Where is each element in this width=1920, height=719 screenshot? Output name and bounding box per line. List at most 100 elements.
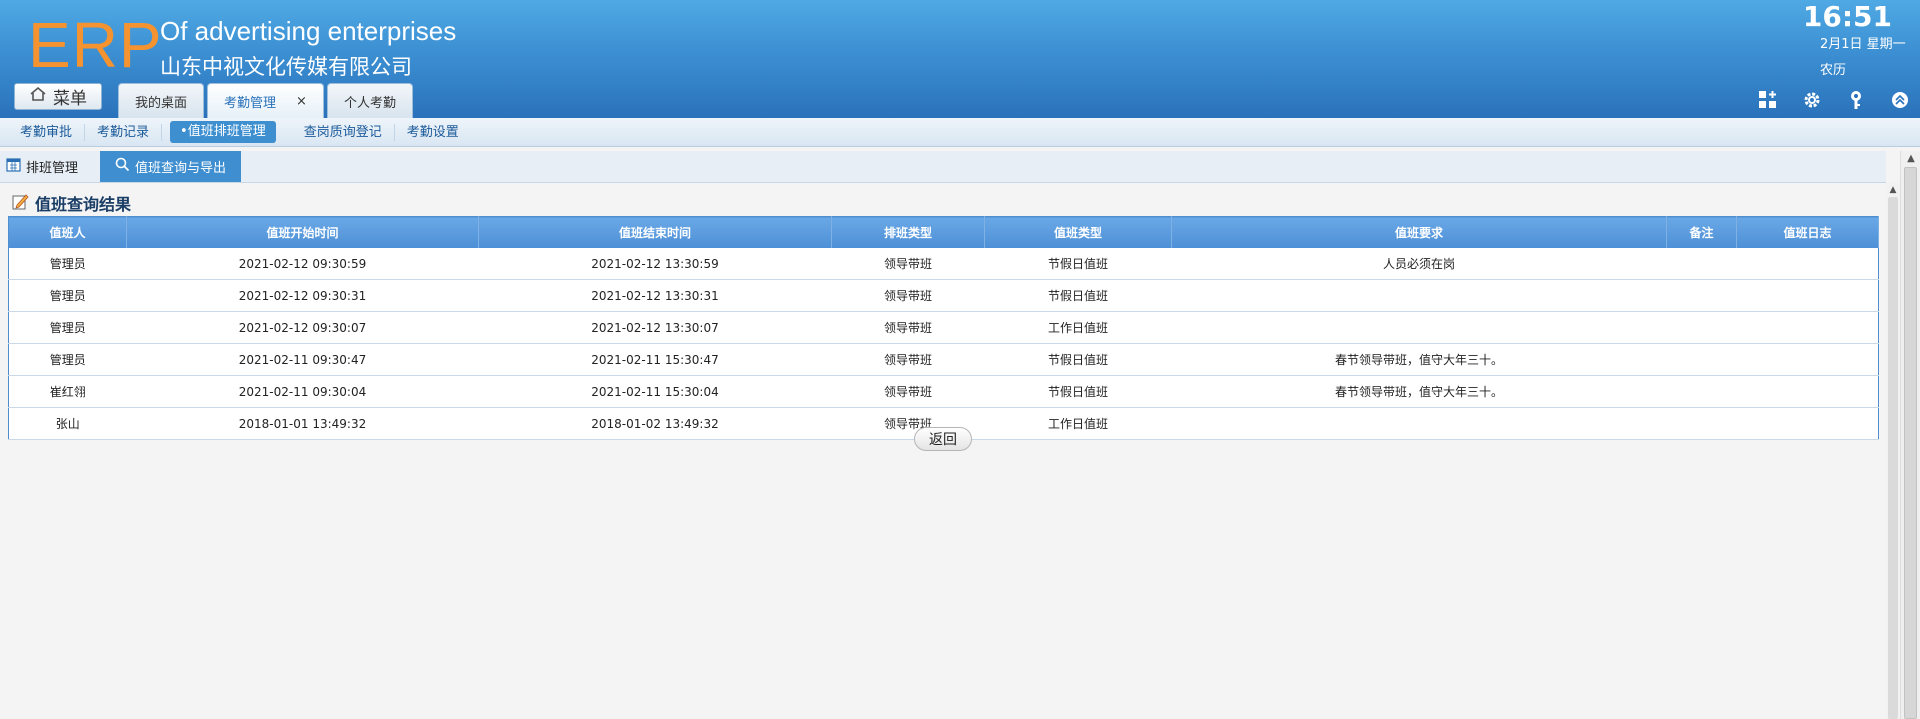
table-cell: [1736, 248, 1879, 280]
tab-label: 个人考勤: [343, 95, 396, 111]
table-cell: 春节领导带班，值守大年三十。: [1171, 375, 1667, 408]
clock-date: 2月1日 星期一: [1820, 37, 1906, 52]
tab-schedule-management[interactable]: 排班管理: [6, 151, 78, 182]
duty-results-table: 值班人 值班开始时间 值班结束时间 排班类型 值班类型 值班要求 备注 值班日志…: [8, 216, 1879, 440]
table-header-row: 值班人 值班开始时间 值班结束时间 排班类型 值班类型 值班要求 备注 值班日志: [8, 216, 1879, 248]
table-row[interactable]: 管理员 2021-02-11 09:30:47 2021-02-11 15:30…: [8, 343, 1879, 376]
table-cell: [1736, 311, 1879, 344]
table-cell: [1666, 407, 1737, 440]
scrollbar-thumb[interactable]: [1888, 197, 1898, 719]
table-cell: [1736, 279, 1879, 312]
table-cell: [1171, 311, 1667, 344]
table-cell: 节假日值班: [984, 375, 1172, 408]
column-header[interactable]: 备注: [1666, 216, 1737, 248]
scrollbar-thumb[interactable]: [1904, 167, 1917, 719]
table-cell: [1736, 375, 1879, 408]
table-cell: 2021-02-12 13:30:59: [478, 248, 832, 280]
column-header[interactable]: 值班开始时间: [126, 216, 479, 248]
tab-personal-attendance[interactable]: 个人考勤: [326, 83, 413, 118]
column-header[interactable]: 值班要求: [1171, 216, 1667, 248]
table-cell: 2021-02-12 09:30:07: [126, 311, 479, 344]
column-header[interactable]: 值班人: [8, 216, 127, 248]
table-cell: 崔红翎: [8, 375, 127, 408]
table-cell: 张山: [8, 407, 127, 440]
table-cell: 管理员: [8, 279, 127, 312]
tab-duty-query-export[interactable]: 值班查询与导出: [100, 151, 241, 182]
sub-tabs: 排班管理 值班查询与导出: [0, 151, 1886, 183]
section-title-text: 值班查询结果: [35, 195, 132, 214]
subnav-duty-scheduling[interactable]: •值班排班管理: [170, 121, 276, 143]
lunar-calendar: 农历: [1820, 63, 1847, 78]
table-cell: 2021-02-11 15:30:47: [478, 343, 832, 376]
table-cell: 节假日值班: [984, 343, 1172, 376]
table-cell: [1666, 343, 1737, 376]
table-cell: 领导带班: [831, 343, 985, 376]
tab-my-desktop[interactable]: 我的桌面: [118, 83, 205, 118]
tab-label: 值班查询与导出: [134, 161, 226, 176]
header-icon-bar: [1756, 88, 1912, 112]
table-cell: 2021-02-11 15:30:04: [478, 375, 832, 408]
table-cell: 领导带班: [831, 279, 985, 312]
table-cell: 领导带班: [831, 248, 985, 280]
table-cell: [1171, 407, 1667, 440]
table-cell: 春节领导带班，值守大年三十。: [1171, 343, 1667, 376]
subnav-attendance-settings[interactable]: 考勤设置: [395, 124, 471, 141]
subnav-attendance-approval[interactable]: 考勤审批: [8, 123, 86, 141]
table-cell: 工作日值班: [984, 311, 1172, 344]
table-cell: 节假日值班: [984, 248, 1172, 280]
table-cell: 管理员: [8, 248, 127, 280]
table-cell: [1666, 248, 1737, 280]
tab-label: 我的桌面: [135, 95, 188, 111]
main-tabs: 我的桌面 考勤管理 × 个人考勤: [118, 83, 413, 118]
company-name-en: Of advertising enterprises: [160, 16, 457, 46]
table-cell: 领导带班: [831, 311, 985, 344]
table-cell: 人员必须在岗: [1171, 248, 1667, 280]
column-header[interactable]: 值班日志: [1736, 216, 1879, 248]
column-header[interactable]: 值班类型: [984, 216, 1172, 248]
table-cell: 2018-01-01 13:49:32: [126, 407, 479, 440]
collapse-up-icon[interactable]: [1888, 88, 1912, 112]
tab-label: 考勤管理: [224, 95, 277, 111]
section-title: 值班查询结果: [12, 191, 131, 215]
table-cell: 管理员: [8, 311, 127, 344]
clock-time: 16:51: [1802, 0, 1892, 33]
grid-add-icon[interactable]: [1756, 88, 1780, 112]
edit-note-icon: [12, 193, 29, 214]
subnav-post-check-registration[interactable]: 查岗质询登记: [288, 123, 395, 141]
table-cell: 节假日值班: [984, 279, 1172, 312]
scroll-up-arrow-icon[interactable]: ▲: [1901, 151, 1920, 167]
content-scrollbar[interactable]: ▲: [1886, 183, 1900, 719]
column-header[interactable]: 值班结束时间: [478, 216, 832, 248]
menu-button[interactable]: 菜单: [14, 83, 102, 110]
column-header[interactable]: 排班类型: [831, 216, 985, 248]
table-cell: 2021-02-12 09:30:59: [126, 248, 479, 280]
table-cell: 2021-02-12 13:30:07: [478, 311, 832, 344]
menu-label: 菜单: [53, 89, 87, 109]
table-cell: [1666, 279, 1737, 312]
company-name-cn: 山东中视文化传媒有限公司: [160, 55, 412, 79]
tab-attendance-management[interactable]: 考勤管理 ×: [207, 83, 324, 118]
home-icon: [29, 86, 47, 107]
calendar-icon: [6, 157, 21, 176]
table-cell: 2018-01-02 13:49:32: [478, 407, 832, 440]
sub-navigation: 考勤审批 考勤记录 •值班排班管理 查岗质询登记 考勤设置: [0, 118, 1920, 147]
table-cell: 2021-02-11 09:30:04: [126, 375, 479, 408]
table-cell: [1736, 407, 1879, 440]
table-row[interactable]: 管理员 2021-02-12 09:30:59 2021-02-12 13:30…: [8, 248, 1879, 280]
table-row[interactable]: 管理员 2021-02-12 09:30:07 2021-02-12 13:30…: [8, 311, 1879, 344]
subnav-attendance-records[interactable]: 考勤记录: [85, 123, 163, 141]
table-cell: 领导带班: [831, 375, 985, 408]
table-cell: 2021-02-12 09:30:31: [126, 279, 479, 312]
table-cell: [1171, 279, 1667, 312]
close-icon[interactable]: ×: [296, 94, 307, 109]
table-cell: [1736, 343, 1879, 376]
erp-logo: ERP: [28, 9, 163, 81]
page-scrollbar[interactable]: ▲: [1900, 151, 1920, 719]
back-button[interactable]: 返回: [914, 427, 972, 451]
table-row[interactable]: 管理员 2021-02-12 09:30:31 2021-02-12 13:30…: [8, 279, 1879, 312]
table-row[interactable]: 崔红翎 2021-02-11 09:30:04 2021-02-11 15:30…: [8, 375, 1879, 408]
search-icon: [115, 157, 130, 176]
scroll-up-arrow-icon[interactable]: ▲: [1886, 183, 1900, 197]
gear-icon[interactable]: [1800, 88, 1824, 112]
key-icon[interactable]: [1844, 88, 1868, 112]
